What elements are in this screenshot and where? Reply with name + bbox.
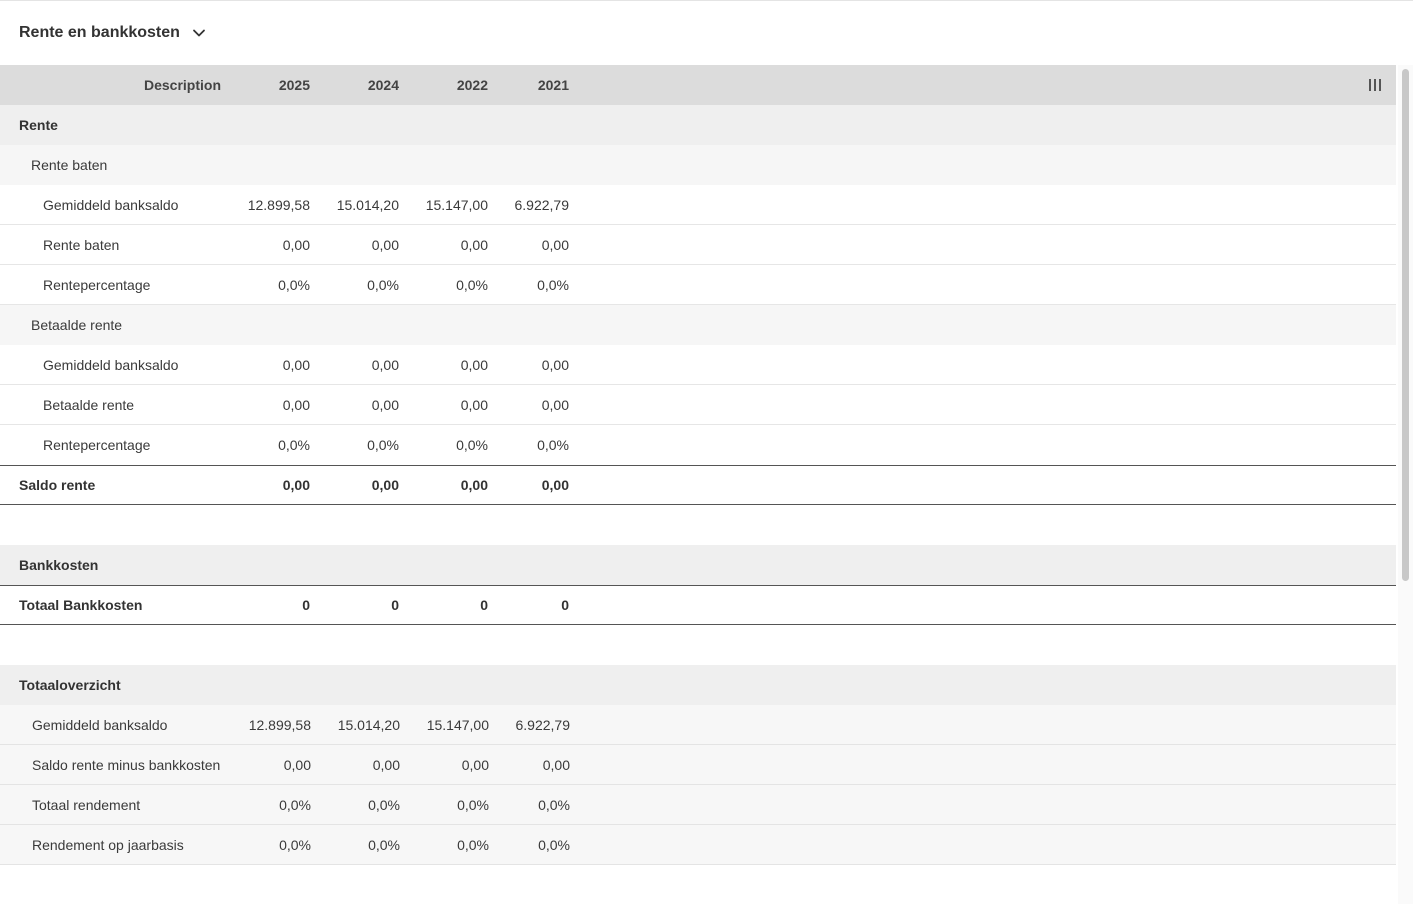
subgroup-row-betaalde-rente: Betaalde rente xyxy=(0,305,1396,345)
row-label: Saldo rente minus bankkosten xyxy=(32,756,221,773)
cell-2024: 15.014,20 xyxy=(336,196,399,213)
cell-2024: 0,0% xyxy=(368,796,400,813)
cell-2025: 0,00 xyxy=(282,477,310,493)
table-row: Rentepercentage 0,0% 0,0% 0,0% 0,0% xyxy=(0,265,1396,305)
cell-2025: 12.899,58 xyxy=(248,716,311,733)
group-row-rente: Rente xyxy=(0,105,1396,145)
spacer-row xyxy=(0,625,1396,665)
cell-2022: 15.147,00 xyxy=(426,716,489,733)
cell-2021: 0,00 xyxy=(541,356,569,373)
cell-2025: 0,00 xyxy=(282,356,310,373)
table-row: Gemiddeld banksaldo 0,00 0,00 0,00 0,00 xyxy=(0,345,1396,385)
columns-icon[interactable] xyxy=(1369,79,1381,91)
vertical-scrollbar[interactable] xyxy=(1398,65,1413,904)
section-header: Rente en bankkosten xyxy=(0,1,1413,65)
cell-2024: 0,00 xyxy=(372,756,400,773)
section-title: Rente en bankkosten xyxy=(19,24,180,41)
cell-2024: 0,0% xyxy=(367,437,399,453)
subgroup-row-rente-baten: Rente baten xyxy=(0,145,1396,185)
cell-2021: 0,00 xyxy=(542,756,570,773)
row-label: Rente baten xyxy=(43,236,120,253)
cell-2025: 0,00 xyxy=(283,756,311,773)
group-label: Rente xyxy=(19,117,58,133)
subgroup-label: Rente baten xyxy=(31,157,108,173)
cell-2021: 0 xyxy=(561,597,569,613)
cell-2021: 0,0% xyxy=(537,276,569,293)
cell-2025: 0,0% xyxy=(278,437,310,453)
cell-2022: 0,00 xyxy=(460,236,488,253)
scrollbar-thumb[interactable] xyxy=(1402,69,1409,581)
cell-2025: 0 xyxy=(302,597,310,613)
cell-2022: 0,00 xyxy=(460,356,488,373)
table-header: Description 2025 2024 2022 2021 xyxy=(0,65,1396,105)
cell-2025: 0,00 xyxy=(282,236,310,253)
cell-2021: 0,0% xyxy=(537,437,569,453)
group-label: Totaaloverzicht xyxy=(19,677,121,693)
cell-2021: 0,0% xyxy=(538,836,570,853)
summary-row: Gemiddeld banksaldo 12.899,58 15.014,20 … xyxy=(0,705,1396,745)
row-label: Totaal rendement xyxy=(32,796,141,813)
cell-2022: 0,0% xyxy=(456,276,488,293)
cell-2024: 0,00 xyxy=(371,356,399,373)
cell-2024: 0,00 xyxy=(371,396,399,413)
row-label: Gemiddeld banksaldo xyxy=(32,716,168,733)
cell-2024: 0,0% xyxy=(368,836,400,853)
column-header-2022[interactable]: 2022 xyxy=(399,77,488,93)
cell-2024: 0,00 xyxy=(371,477,399,493)
cell-2025: 0,0% xyxy=(278,276,310,293)
row-label: Gemiddeld banksaldo xyxy=(43,356,179,373)
table-row: Rente baten 0,00 0,00 0,00 0,00 xyxy=(0,225,1396,265)
cell-2022: 0,00 xyxy=(460,477,488,493)
cell-2022: 0,0% xyxy=(457,796,489,813)
column-header-2021[interactable]: 2021 xyxy=(488,77,569,93)
cell-2024: 0,00 xyxy=(371,236,399,253)
cell-2021: 0,00 xyxy=(541,236,569,253)
row-label: Saldo rente xyxy=(19,477,96,493)
table-row: Rentepercentage 0,0% 0,0% 0,0% 0,0% xyxy=(0,425,1396,465)
row-label: Rentepercentage xyxy=(43,276,151,293)
spacer-row xyxy=(0,505,1396,545)
cell-2022: 0,00 xyxy=(460,396,488,413)
cell-2025: 0,0% xyxy=(279,796,311,813)
cell-2024: 15.014,20 xyxy=(337,716,400,733)
cell-2021: 6.922,79 xyxy=(514,196,570,213)
cell-2022: 0,0% xyxy=(456,437,488,453)
total-row-saldo-rente: Saldo rente 0,00 0,00 0,00 0,00 xyxy=(0,465,1396,505)
total-row-bankkosten: Totaal Bankkosten 0 0 0 0 xyxy=(0,585,1396,625)
table-row: Betaalde rente 0,00 0,00 0,00 0,00 xyxy=(0,385,1396,425)
subgroup-label: Betaalde rente xyxy=(31,317,123,333)
cell-2021: 0,00 xyxy=(541,477,569,493)
row-label: Rendement op jaarbasis xyxy=(32,836,184,853)
column-header-description[interactable]: Description xyxy=(0,77,221,93)
group-row-totaaloverzicht: Totaaloverzicht xyxy=(0,665,1396,705)
data-table: Description 2025 2024 2022 2021 Rente Re… xyxy=(0,65,1396,904)
cell-2022: 0 xyxy=(480,597,488,613)
section-toggle[interactable]: Rente en bankkosten xyxy=(19,24,206,42)
group-label: Bankkosten xyxy=(19,557,99,573)
cell-2025: 12.899,58 xyxy=(247,196,310,213)
summary-row: Rendement op jaarbasis 0,0% 0,0% 0,0% 0,… xyxy=(0,825,1396,865)
row-label: Rentepercentage xyxy=(43,437,151,453)
cell-2021: 6.922,79 xyxy=(515,716,571,733)
cell-2025: 0,0% xyxy=(279,836,311,853)
chevron-down-icon xyxy=(193,29,205,37)
table-row: Gemiddeld banksaldo 12.899,58 15.014,20 … xyxy=(0,185,1396,225)
column-header-2025[interactable]: 2025 xyxy=(221,77,310,93)
summary-row: Saldo rente minus bankkosten 0,00 0,00 0… xyxy=(0,745,1396,785)
cell-2024: 0 xyxy=(391,597,399,613)
row-label: Totaal Bankkosten xyxy=(19,597,143,613)
cell-2022: 0,0% xyxy=(457,836,489,853)
group-row-bankkosten: Bankkosten xyxy=(0,545,1396,585)
cell-2022: 0,00 xyxy=(461,756,489,773)
column-header-2024[interactable]: 2024 xyxy=(310,77,399,93)
summary-row: Totaal rendement 0,0% 0,0% 0,0% 0,0% xyxy=(0,785,1396,825)
cell-2021: 0,00 xyxy=(541,396,569,413)
cell-2024: 0,0% xyxy=(367,276,399,293)
cell-2025: 0,00 xyxy=(282,396,310,413)
row-label: Gemiddeld banksaldo xyxy=(43,196,179,213)
cell-2021: 0,0% xyxy=(538,796,570,813)
row-label: Betaalde rente xyxy=(43,396,135,413)
cell-2022: 15.147,00 xyxy=(425,196,488,213)
